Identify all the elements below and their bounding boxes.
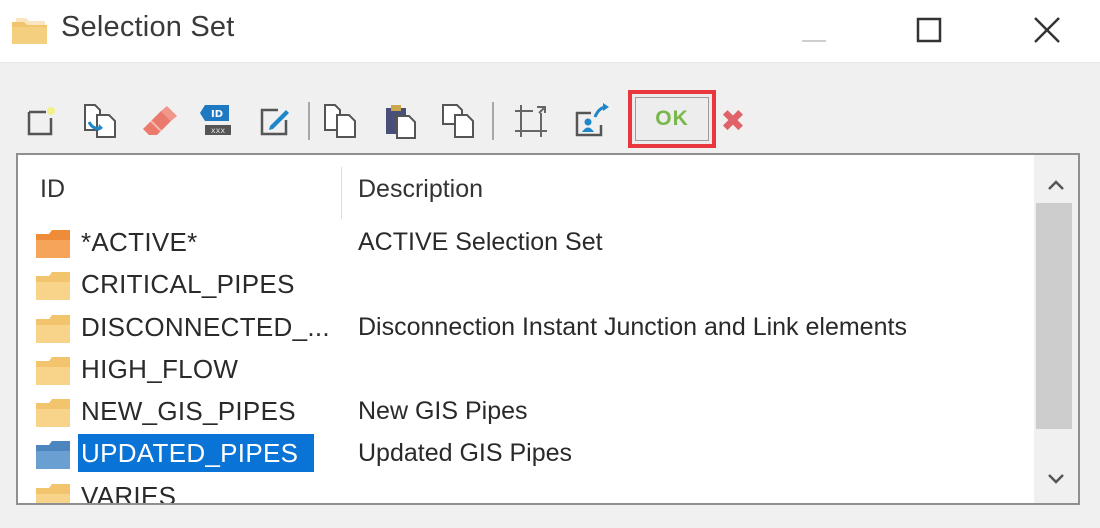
folder-stack-icon	[12, 18, 47, 44]
edit-icon	[260, 108, 289, 136]
folder-icon	[36, 272, 70, 301]
chevron-down-icon	[1048, 474, 1064, 484]
row-description: ACTIVE Selection Set	[358, 228, 603, 256]
minimize-button[interactable]	[770, 0, 860, 60]
folder-icon	[36, 356, 70, 385]
column-header-description[interactable]: Description	[358, 175, 483, 204]
list-row[interactable]: *ACTIVE* ACTIVE Selection Set	[18, 223, 1036, 265]
title-bar: Selection Set	[0, 0, 1100, 63]
row-description: Updated GIS Pipes	[358, 439, 573, 468]
column-divider[interactable]	[341, 167, 342, 219]
selection-set-list: ID Description *ACTIVE* ACTIVE Selection…	[16, 153, 1080, 505]
toolbar-separator	[492, 102, 494, 140]
svg-text:ID: ID	[211, 109, 223, 120]
list-row[interactable]: NEW_GIS_PIPES New GIS Pipes	[18, 392, 1036, 434]
copy-pages-icon	[442, 104, 474, 138]
chevron-up-icon	[1048, 180, 1064, 190]
duplicate-button[interactable]	[80, 100, 122, 142]
close-button[interactable]	[1002, 0, 1092, 60]
scroll-down-button[interactable]	[1034, 461, 1078, 497]
edit-button[interactable]	[254, 100, 296, 142]
toolbar-separator	[308, 102, 310, 140]
row-id: VARIES	[81, 480, 177, 505]
folder-icon	[36, 441, 70, 470]
duplicate-icon	[84, 104, 116, 138]
list-rows: *ACTIVE* ACTIVE Selection Set CRITICAL_P…	[18, 223, 1036, 505]
cancel-icon[interactable]: ✖	[718, 102, 748, 140]
folder-icon	[36, 399, 70, 428]
minimize-icon	[802, 40, 826, 42]
folder-icon	[36, 483, 70, 503]
list-row[interactable]: VARIES	[18, 477, 1036, 505]
maximize-button[interactable]	[884, 0, 974, 60]
window-title: Selection Set	[61, 11, 235, 43]
row-description: New GIS Pipes	[358, 397, 528, 426]
select-elements-button[interactable]	[510, 100, 552, 142]
vertical-scrollbar[interactable]	[1034, 155, 1078, 503]
copy-pages-button[interactable]	[438, 100, 480, 142]
list-row-selected[interactable]: UPDATED_PIPES Updated GIS Pipes	[18, 434, 1036, 476]
list-header: ID Description	[18, 155, 1036, 219]
row-id: HIGH_FLOW	[81, 353, 239, 384]
row-id: CRITICAL_PIPES	[81, 269, 295, 300]
list-row[interactable]: DISCONNECTED_... Disconnection Instant J…	[18, 308, 1036, 350]
export-icon	[575, 103, 609, 137]
ok-label: OK	[635, 97, 709, 141]
ok-button[interactable]: OK	[628, 90, 716, 148]
list-row[interactable]: HIGH_FLOW	[18, 350, 1036, 392]
scrollbar-thumb[interactable]	[1036, 203, 1072, 429]
new-document-icon	[27, 107, 55, 136]
list-row[interactable]: CRITICAL_PIPES	[18, 265, 1036, 307]
column-header-id[interactable]: ID	[40, 175, 65, 204]
scroll-up-button[interactable]	[1034, 167, 1078, 203]
row-description: Disconnection Instant Junction and Link …	[358, 312, 907, 341]
select-elements-icon	[515, 105, 547, 137]
svg-text:xxx: xxx	[211, 126, 225, 135]
new-button[interactable]	[20, 100, 62, 142]
toolbar: ID xxx OK ✖	[20, 90, 1080, 152]
row-id: NEW_GIS_PIPES	[81, 396, 296, 427]
close-icon	[1034, 17, 1060, 43]
eraser-icon	[143, 106, 177, 135]
copy-button[interactable]	[320, 100, 362, 142]
folder-icon	[36, 314, 70, 343]
paste-icon	[386, 105, 416, 139]
id-tag-icon: ID xxx	[200, 105, 231, 135]
row-id: UPDATED_PIPES	[78, 434, 315, 473]
rename-button[interactable]: ID xxx	[196, 100, 238, 142]
row-id: DISCONNECTED_...	[81, 311, 330, 342]
copy-icon	[324, 104, 356, 138]
paste-button[interactable]	[380, 100, 422, 142]
maximize-icon	[916, 17, 942, 43]
export-button[interactable]	[570, 100, 612, 142]
folder-icon	[36, 230, 70, 258]
row-id: *ACTIVE*	[81, 227, 198, 257]
delete-button[interactable]	[138, 100, 180, 142]
